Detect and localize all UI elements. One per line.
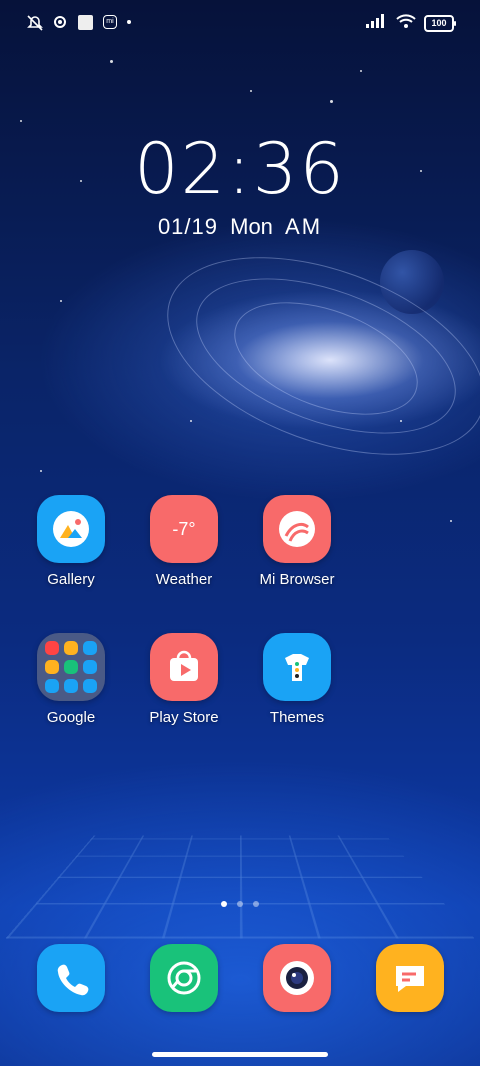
mi-icon: mi xyxy=(103,15,117,29)
app-gallery[interactable]: Gallery xyxy=(16,495,126,588)
chrome-icon xyxy=(150,944,218,1012)
weekday-text: Mon xyxy=(230,214,273,239)
play-store-icon xyxy=(150,633,218,701)
status-bar: mi 100 xyxy=(0,0,480,44)
signal-icon xyxy=(366,14,388,33)
folder-icon xyxy=(37,633,105,701)
browser-icon xyxy=(263,495,331,563)
clock-date: 01/19 Mon AM xyxy=(0,214,480,240)
battery-icon: 100 xyxy=(424,15,456,32)
camera-icon xyxy=(263,944,331,1012)
page-dot[interactable] xyxy=(221,901,227,907)
home-indicator[interactable] xyxy=(152,1052,328,1057)
dock-messages[interactable] xyxy=(355,944,465,1012)
weather-icon: -7° xyxy=(150,495,218,563)
app-themes[interactable]: Themes xyxy=(242,633,352,726)
messages-icon xyxy=(376,944,444,1012)
app-label: Google xyxy=(46,709,96,726)
app-label: Mi Browser xyxy=(259,571,335,588)
dock-camera[interactable] xyxy=(242,944,352,1012)
app-play-store[interactable]: Play Store xyxy=(129,633,239,726)
phone-icon xyxy=(37,944,105,1012)
app-folder-google[interactable]: Google xyxy=(16,633,126,726)
themes-icon xyxy=(263,633,331,701)
wallpaper-grid-floor xyxy=(5,835,475,939)
page-dot[interactable] xyxy=(237,901,243,907)
gallery-icon xyxy=(37,495,105,563)
square-icon xyxy=(78,14,93,30)
app-mi-browser[interactable]: Mi Browser xyxy=(242,495,352,588)
clock-time[interactable]: 02:36 xyxy=(0,128,480,210)
app-label: Gallery xyxy=(47,571,95,588)
weather-temp: -7° xyxy=(172,518,196,539)
dock-phone[interactable] xyxy=(16,944,126,1012)
page-dot[interactable] xyxy=(253,901,259,907)
app-label: Weather xyxy=(155,571,213,588)
settings-icon xyxy=(52,14,68,30)
ampm-text: AM xyxy=(285,214,323,239)
app-label: Play Store xyxy=(149,709,219,726)
mute-icon xyxy=(26,14,43,31)
app-label: Themes xyxy=(269,709,325,726)
dot-icon xyxy=(127,20,131,24)
page-indicator[interactable] xyxy=(0,901,480,907)
date-text: 01/19 xyxy=(157,214,218,239)
dock-chrome[interactable] xyxy=(129,944,239,1012)
wifi-icon xyxy=(396,14,416,33)
app-weather[interactable]: -7° Weather xyxy=(129,495,239,588)
